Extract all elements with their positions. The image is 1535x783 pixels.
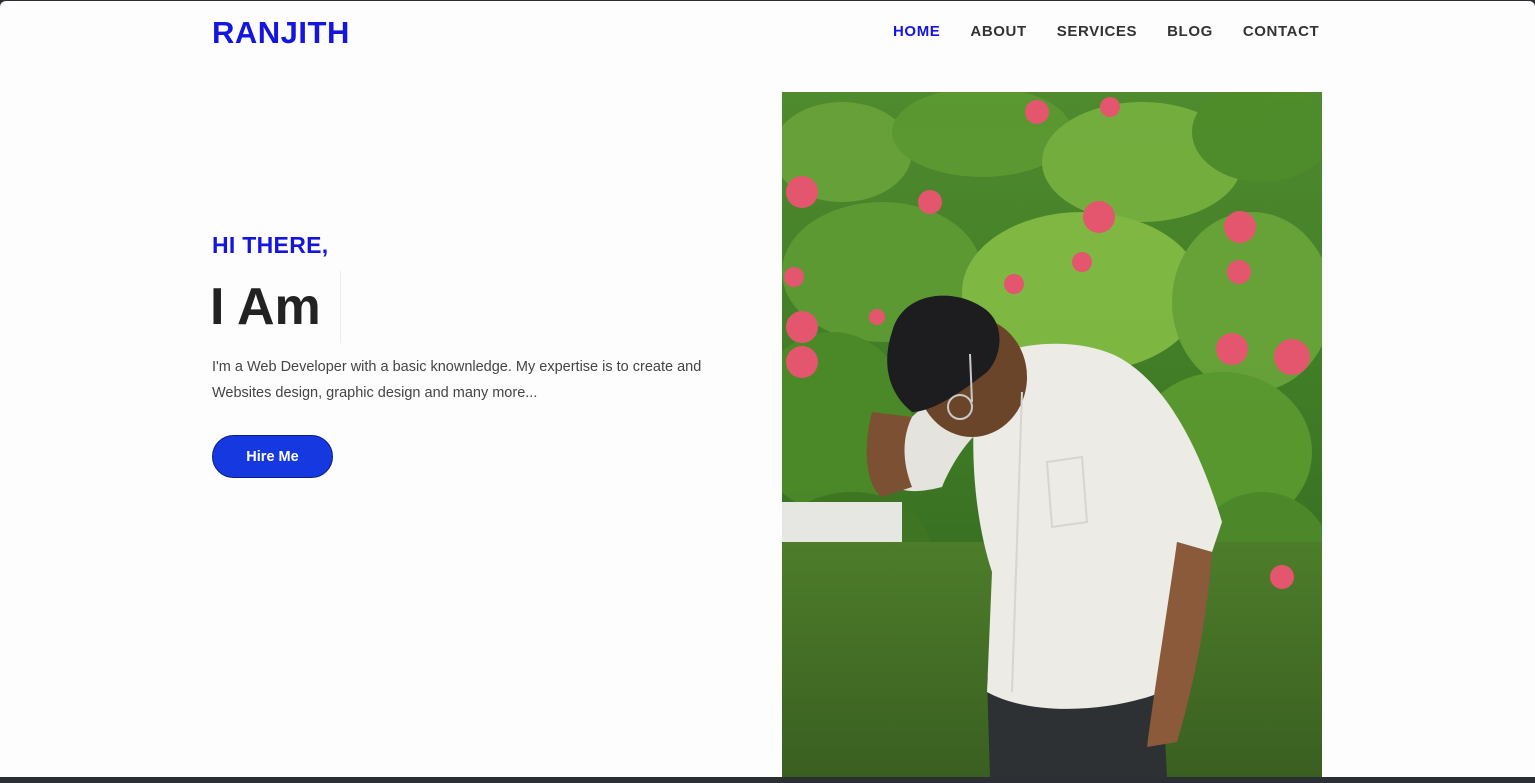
hero-description-line: Websites design, graphic design and many… [212,385,538,401]
hire-me-button[interactable]: Hire Me [212,435,333,478]
page: RANJITH HOME ABOUT SERVICES BLOG CONTACT… [0,1,1535,777]
typing-caret [340,271,341,343]
nav-item-home[interactable]: HOME [893,23,940,40]
hero-title: I Am [210,278,321,336]
hero-description: I'm a Web Developer with a basic knownle… [212,354,772,406]
site-logo[interactable]: RANJITH [212,15,350,51]
nav-item-about[interactable]: ABOUT [970,23,1026,40]
profile-photo [782,92,1322,777]
hero-greeting: HI THERE, [212,232,329,258]
profile-photo-illustration [782,92,1322,777]
nav-item-blog[interactable]: BLOG [1167,23,1213,40]
nav-item-services[interactable]: SERVICES [1057,23,1137,40]
hero-description-line: I'm a Web Developer with a basic knownle… [212,359,702,375]
nav-item-contact[interactable]: CONTACT [1243,23,1319,40]
main-nav: HOME ABOUT SERVICES BLOG CONTACT [893,23,1319,40]
